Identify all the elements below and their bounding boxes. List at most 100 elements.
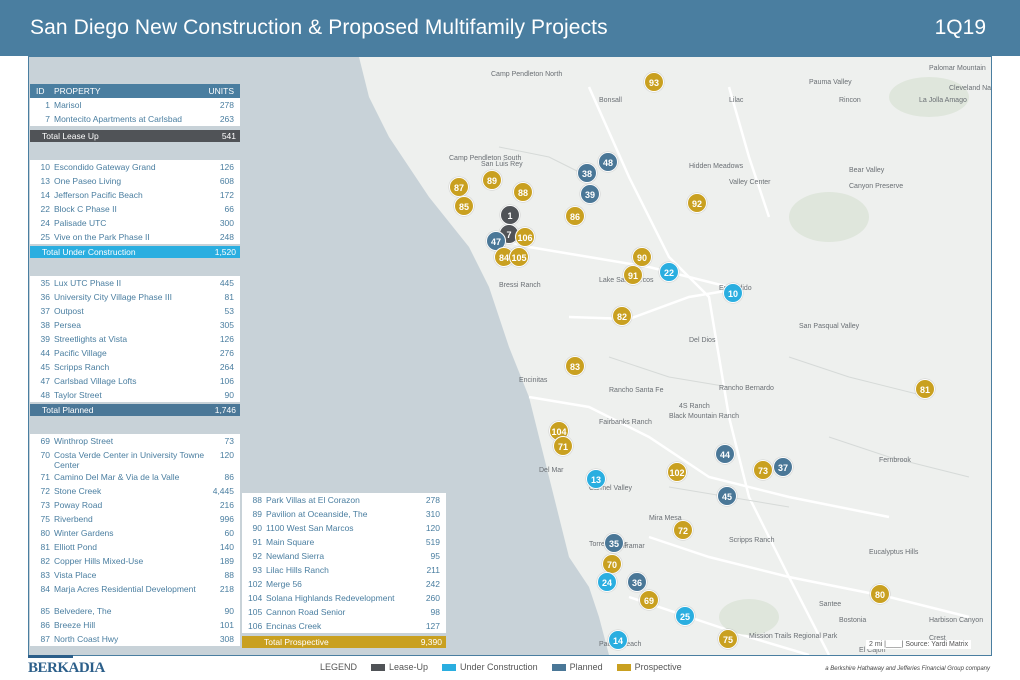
map-marker[interactable]: 105 [509, 247, 529, 267]
table-row: 37 Outpost 53 [30, 304, 240, 318]
map-marker[interactable]: 86 [565, 206, 585, 226]
table-row: 86 Breeze Hill 101 [30, 618, 240, 632]
place-label: San Pasqual Valley [799, 323, 860, 330]
map-marker[interactable]: 36 [627, 572, 647, 592]
map-marker[interactable]: 72 [673, 520, 693, 540]
total-prospective: Total Prospective 9,390 [242, 636, 446, 648]
row-property: Marja Acres Residential Development [54, 584, 196, 594]
row-units: 216 [219, 500, 234, 510]
map-marker[interactable]: 87 [449, 177, 469, 197]
map-marker[interactable]: 83 [565, 356, 585, 376]
map-marker[interactable]: 106 [515, 227, 535, 247]
table-row: 22 Block C Phase II 66 [30, 202, 240, 216]
row-id: 90 [252, 523, 262, 533]
legend-prospective: Prospective [616, 662, 682, 672]
row-property: Outpost [54, 306, 84, 316]
row-id: 22 [40, 204, 50, 214]
map-marker[interactable]: 24 [597, 572, 617, 592]
row-property: Block C Phase II [54, 204, 117, 214]
col-units-header: UNITS [208, 86, 235, 96]
row-id: 37 [40, 306, 50, 316]
row-units: 263 [219, 114, 234, 124]
place-label: Rincon [839, 97, 861, 104]
row-units: 81 [224, 292, 234, 302]
row-property: Winter Gardens [54, 528, 114, 538]
place-label: Camp Pendleton North [491, 71, 563, 78]
table-under-construction: 10 Escondido Gateway Grand 126 13 One Paseo … [30, 160, 240, 244]
table-header: ID PROPERTY UNITS [30, 84, 240, 98]
map-marker[interactable]: 70 [602, 554, 622, 574]
map-marker[interactable]: 75 [718, 629, 738, 649]
map-marker[interactable]: 44 [715, 444, 735, 464]
legend-lease-up: Lease-Up [371, 662, 428, 672]
map-marker[interactable]: 71 [553, 436, 573, 456]
table-row: 102 Merge 56 242 [242, 577, 446, 591]
table-row: 106 Encinas Creek 127 [242, 619, 446, 633]
map-marker[interactable]: 91 [623, 265, 643, 285]
table-row: 104 Solana Highlands Redevelopment 260 [242, 591, 446, 605]
row-property: Escondido Gateway Grand [54, 162, 156, 172]
map-marker[interactable]: 1 [500, 205, 520, 225]
map-marker[interactable]: 10 [723, 283, 743, 303]
map-marker[interactable]: 35 [604, 533, 624, 553]
row-id: 106 [248, 621, 263, 631]
row-units: 101 [219, 620, 234, 630]
row-units: 519 [425, 537, 440, 547]
map-marker[interactable]: 25 [675, 606, 695, 626]
row-units: 120 [425, 523, 440, 533]
map-marker[interactable]: 45 [717, 486, 737, 506]
row-property: Persea [54, 320, 81, 330]
map-marker[interactable]: 22 [659, 262, 679, 282]
row-property: Breeze Hill [54, 620, 96, 630]
map-marker[interactable]: 102 [667, 462, 687, 482]
table-planned: 35 Lux UTC Phase II 445 36 University City V… [30, 276, 240, 402]
map-marker[interactable]: 88 [513, 182, 533, 202]
place-label: Del Dios [689, 337, 716, 344]
place-label: Hidden Meadows [689, 163, 744, 170]
row-units: 218 [219, 584, 234, 594]
map-marker[interactable]: 73 [753, 460, 773, 480]
row-units: 276 [219, 348, 234, 358]
row-property: University City Village Phase III [54, 292, 172, 302]
table-row: 73 Poway Road 216 [30, 498, 240, 512]
map-marker[interactable]: 81 [915, 379, 935, 399]
map-marker[interactable]: 13 [586, 469, 606, 489]
map-marker[interactable]: 82 [612, 306, 632, 326]
row-units: 95 [430, 551, 440, 561]
map-marker[interactable]: 92 [687, 193, 707, 213]
table-row: 92 Newland Sierra 95 [242, 549, 446, 563]
map-marker[interactable]: 93 [644, 72, 664, 92]
row-property: Montecito Apartments at Carlsbad [54, 114, 183, 124]
map-marker[interactable]: 85 [454, 196, 474, 216]
row-id: 93 [252, 565, 262, 575]
map-marker[interactable]: 14 [608, 630, 628, 650]
legend: LEGEND Lease-Up Under Construction Plann… [320, 662, 696, 672]
row-id: 88 [252, 495, 262, 505]
map-marker[interactable]: 69 [639, 590, 659, 610]
map-marker[interactable]: 37 [773, 457, 793, 477]
row-id: 71 [40, 472, 50, 482]
table-row: 80 Winter Gardens 60 [30, 526, 240, 540]
row-units: 189 [219, 556, 234, 566]
table-row: 7 Montecito Apartments at Carlsbad 263 [30, 112, 240, 126]
place-label: Pauma Valley [809, 79, 852, 86]
place-label: Canyon Preserve [849, 183, 904, 190]
total-planned: Total Planned 1,746 [30, 404, 240, 416]
map-marker[interactable]: 48 [598, 152, 618, 172]
map-marker[interactable]: 80 [870, 584, 890, 604]
row-property: Jefferson Pacific Beach [54, 190, 143, 200]
map-marker[interactable]: 89 [482, 170, 502, 190]
row-property: 1100 West San Marcos [266, 523, 354, 533]
row-id: 104 [248, 593, 263, 603]
place-label: Palomar Mountain [929, 65, 986, 72]
map-marker[interactable]: 38 [577, 163, 597, 183]
row-units: 445 [219, 278, 234, 288]
col-id-header: ID [36, 86, 45, 96]
table-row: 75 Riverbend 996 [30, 512, 240, 526]
row-units: 172 [219, 190, 234, 200]
table-row: 88 Park Villas at El Corazon 278 [242, 493, 446, 507]
row-id: 72 [40, 486, 50, 496]
row-property: Carlsbad Village Lofts [54, 376, 137, 386]
map-marker[interactable]: 90 [632, 247, 652, 267]
map-marker[interactable]: 39 [580, 184, 600, 204]
